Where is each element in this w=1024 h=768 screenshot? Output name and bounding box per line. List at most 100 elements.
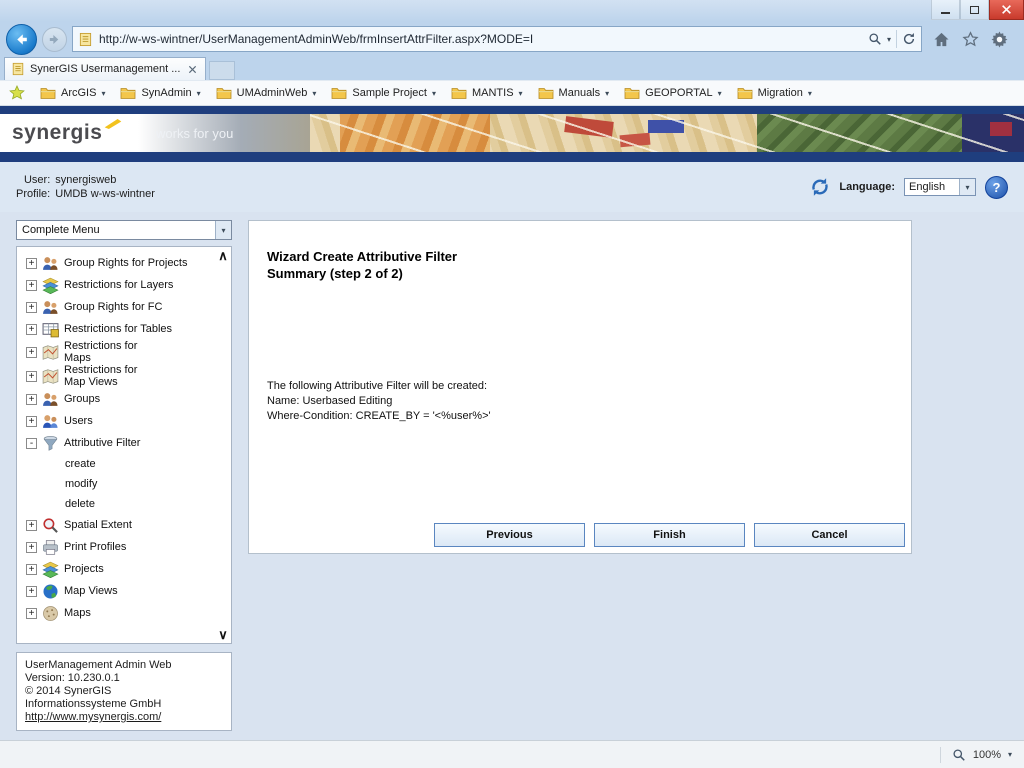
favorites-star-icon[interactable]: [962, 31, 979, 48]
close-button[interactable]: [989, 0, 1024, 20]
address-bar[interactable]: http://w-ws-wintner/UserManagementAdminW…: [72, 26, 922, 52]
tree-item-label[interactable]: Attributive Filter: [64, 437, 140, 449]
tree-item-print-profiles[interactable]: + Print Profiles: [19, 536, 215, 558]
expand-icon[interactable]: +: [26, 258, 37, 269]
tree-item-label[interactable]: Restrictions for Map Views: [64, 364, 156, 388]
cancel-button[interactable]: Cancel: [754, 523, 905, 547]
favorite-migration[interactable]: Migration ▾: [737, 87, 812, 100]
scroll-down-icon[interactable]: ∨: [218, 628, 228, 641]
tab-close-button[interactable]: [186, 65, 199, 74]
refresh-icon[interactable]: [902, 32, 916, 46]
tree-item-label[interactable]: Restrictions for Tables: [64, 323, 172, 335]
zoom-dropdown-caret-icon[interactable]: ▾: [1008, 750, 1012, 759]
help-button[interactable]: ?: [985, 176, 1008, 199]
chevron-down-icon[interactable]: ▾: [718, 89, 722, 98]
tree-item-create[interactable]: create: [19, 454, 215, 474]
tree-item-label[interactable]: Group Rights for FC: [64, 301, 162, 313]
previous-button[interactable]: Previous: [434, 523, 585, 547]
company-link[interactable]: http://www.mysynergis.com/: [25, 711, 223, 724]
chevron-down-icon[interactable]: ▾: [432, 89, 436, 98]
tree-item-label[interactable]: Projects: [64, 563, 104, 575]
tree-item-label[interactable]: Print Profiles: [64, 541, 126, 553]
zoom-level[interactable]: 100%: [973, 749, 1001, 761]
minimize-button[interactable]: [931, 0, 960, 20]
tree-item-projects[interactable]: + Projects: [19, 558, 215, 580]
tree-item-label[interactable]: Restrictions for Maps: [64, 340, 156, 364]
browser-tab[interactable]: SynerGIS Usermanagement ...: [4, 57, 206, 80]
favorite-manuals[interactable]: Manuals ▾: [538, 87, 610, 100]
chevron-down-icon[interactable]: ▾: [605, 89, 609, 98]
tree-item-label[interactable]: Map Views: [64, 585, 118, 597]
chevron-down-icon[interactable]: ▾: [519, 89, 523, 98]
tree-item-group-rights-for-fc[interactable]: + Group Rights for FC: [19, 296, 215, 318]
sync-icon[interactable]: [810, 177, 830, 197]
favorite-label: SynAdmin: [141, 87, 191, 99]
expand-icon[interactable]: +: [26, 324, 37, 335]
chevron-down-icon[interactable]: ▾: [101, 89, 105, 98]
tree-item-map-views[interactable]: + Map Views: [19, 580, 215, 602]
favorite-synadmin[interactable]: SynAdmin ▾: [120, 87, 200, 100]
tree-item-label[interactable]: create: [65, 458, 96, 470]
favorites-bar-star-icon[interactable]: [9, 85, 25, 101]
tree-item-attributive-filter[interactable]: - Attributive Filter: [19, 432, 215, 454]
tree-item-users[interactable]: + Users: [19, 410, 215, 432]
favorite-umadminweb[interactable]: UMAdminWeb ▾: [216, 87, 317, 100]
tree-item-groups[interactable]: + Groups: [19, 388, 215, 410]
expand-icon[interactable]: +: [26, 394, 37, 405]
tree-item-restrictions-for-tables[interactable]: + Restrictions for Tables: [19, 318, 215, 340]
expand-icon[interactable]: +: [26, 564, 37, 575]
tree-item-label[interactable]: Maps: [64, 607, 91, 619]
search-icon[interactable]: [868, 32, 882, 46]
home-icon[interactable]: [933, 31, 950, 48]
menu-mode-select[interactable]: Complete Menu ▾: [16, 220, 232, 240]
expand-icon[interactable]: +: [26, 608, 37, 619]
tree-item-label[interactable]: Spatial Extent: [64, 519, 132, 531]
settings-gear-icon[interactable]: [991, 31, 1008, 48]
tree-scrollbar[interactable]: ∧ ∨: [216, 249, 230, 641]
tree-item-label[interactable]: Restrictions for Layers: [64, 279, 173, 291]
finish-button[interactable]: Finish: [594, 523, 745, 547]
zoom-icon[interactable]: [952, 748, 966, 762]
layers-icon: [42, 277, 59, 294]
tree-item-maps[interactable]: + Maps: [19, 602, 215, 624]
tree-item-restrictions-for-map-views[interactable]: + Restrictions for Map Views: [19, 364, 215, 388]
new-tab-button[interactable]: [209, 61, 235, 80]
back-button[interactable]: [6, 24, 37, 55]
expand-icon[interactable]: +: [26, 347, 37, 358]
maximize-button[interactable]: [960, 0, 989, 20]
chevron-down-icon[interactable]: ▾: [197, 89, 201, 98]
close-icon: [1001, 4, 1012, 15]
tree-item-delete[interactable]: delete: [19, 494, 215, 514]
expand-icon[interactable]: +: [26, 416, 37, 427]
summary-where-condition: Where-Condition: CREATE_BY = '<%user%>': [267, 409, 491, 424]
chevron-down-icon[interactable]: ▾: [312, 89, 316, 98]
search-dropdown-caret-icon[interactable]: ▾: [887, 35, 891, 44]
expand-icon[interactable]: +: [26, 302, 37, 313]
favorite-geoportal[interactable]: GEOPORTAL ▾: [624, 87, 721, 100]
tree-item-spatial-extent[interactable]: + Spatial Extent: [19, 514, 215, 536]
forward-button[interactable]: [42, 27, 67, 52]
expand-icon[interactable]: +: [26, 280, 37, 291]
tree-item-label[interactable]: Group Rights for Projects: [64, 257, 188, 269]
expand-icon[interactable]: +: [26, 520, 37, 531]
url-text[interactable]: http://w-ws-wintner/UserManagementAdminW…: [99, 32, 862, 46]
tree-item-group-rights-for-projects[interactable]: + Group Rights for Projects: [19, 252, 215, 274]
expand-icon[interactable]: +: [26, 586, 37, 597]
tree-item-label[interactable]: modify: [65, 478, 97, 490]
tree-item-label[interactable]: Groups: [64, 393, 100, 405]
scroll-up-icon[interactable]: ∧: [218, 249, 228, 262]
favorite-sample-project[interactable]: Sample Project ▾: [331, 87, 436, 100]
favorite-arcgis[interactable]: ArcGIS ▾: [40, 87, 105, 100]
favorite-label: MANTIS: [472, 87, 514, 99]
tree-item-label[interactable]: Users: [64, 415, 93, 427]
expand-icon[interactable]: +: [26, 542, 37, 553]
chevron-down-icon[interactable]: ▾: [808, 89, 812, 98]
collapse-icon[interactable]: -: [26, 438, 37, 449]
expand-icon[interactable]: +: [26, 371, 37, 382]
favorite-mantis[interactable]: MANTIS ▾: [451, 87, 523, 100]
tree-item-restrictions-for-maps[interactable]: + Restrictions for Maps: [19, 340, 215, 364]
tree-item-modify[interactable]: modify: [19, 474, 215, 494]
tree-item-label[interactable]: delete: [65, 498, 95, 510]
tree-item-restrictions-for-layers[interactable]: + Restrictions for Layers: [19, 274, 215, 296]
language-select[interactable]: English ▾: [904, 178, 976, 196]
